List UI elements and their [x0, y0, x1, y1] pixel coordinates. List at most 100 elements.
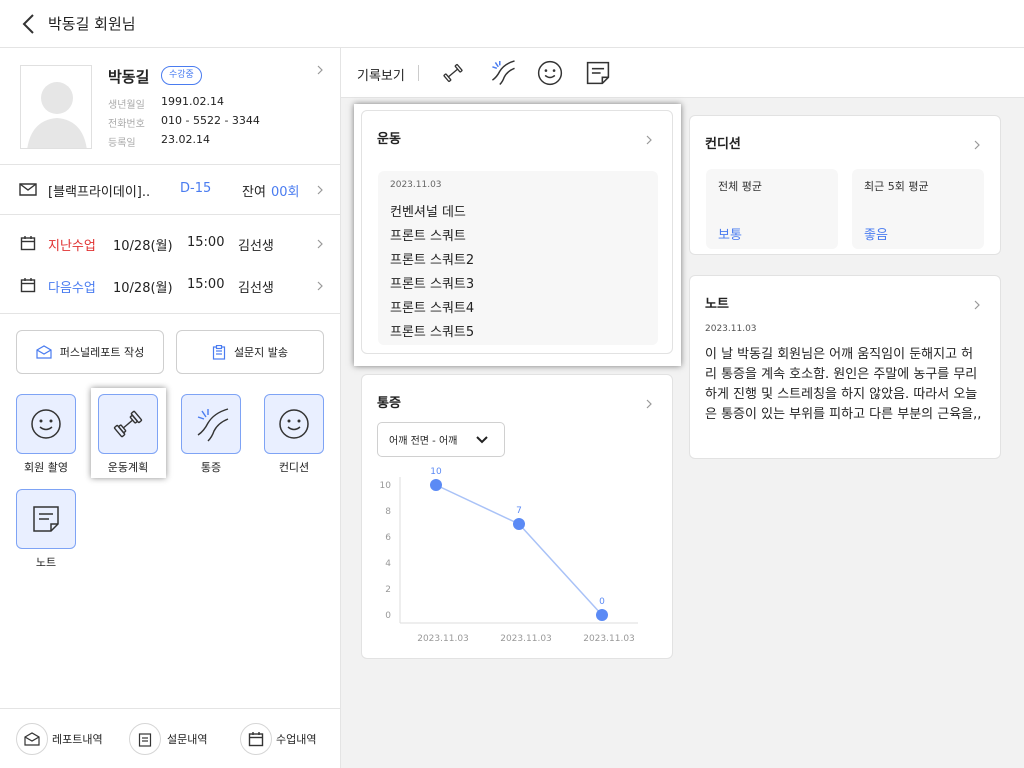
- remaining-count: 00회: [271, 185, 300, 200]
- next-lesson-time: 15:00: [187, 277, 225, 292]
- pain-line-chart: 0 2 4 6 8 10 10 2023.11.03 7 2023.11.03 0 2023.11.0…: [380, 467, 638, 644]
- next-lesson-row[interactable]: 다음수업 10/28(월) 15:00 김선생: [0, 265, 340, 305]
- past-lesson-label: 지난수업: [48, 239, 96, 254]
- next-lesson-teacher: 김선생: [238, 281, 274, 296]
- calendar-icon: [248, 732, 264, 747]
- person-silhouette-icon: [21, 66, 91, 148]
- list-item: 컨벤셔널 데드: [390, 205, 466, 220]
- overall-average-box: 전체 평균 보통: [706, 169, 838, 249]
- write-report-button[interactable]: 퍼스널레포트 작성: [16, 330, 164, 374]
- send-survey-label: 설문지 발송: [233, 346, 289, 359]
- list-item: 프론트 스쿼트2: [390, 253, 475, 268]
- past-lesson-date: 10/28(월): [113, 239, 173, 254]
- past-lesson-time: 15:00: [187, 235, 225, 250]
- profile-chevron-right-icon[interactable]: [315, 65, 325, 75]
- list-item: 프론트 스쿼트3: [390, 277, 475, 292]
- records-tabbar: 기록보기: [341, 48, 1024, 98]
- recent-average-label: 최근 5회 평균: [864, 180, 929, 193]
- dumbbell-icon[interactable]: [441, 61, 465, 85]
- note-icon[interactable]: [585, 60, 611, 86]
- condition-card-title: 컨디션: [705, 137, 741, 152]
- report-history-label[interactable]: 레포트내역: [52, 731, 103, 747]
- membership-name: [블랙프라이데이]..: [48, 185, 151, 200]
- pain-series-line: [435, 484, 603, 616]
- next-lesson-date: 10/28(월): [113, 281, 173, 296]
- records-panel: 기록보기 운동 2023.11.03 컨벤셔널 데드 프론트 스쿼트 프론트 스…: [341, 48, 1024, 768]
- reg-date-value: 23.02.14: [161, 133, 210, 146]
- lesson-history-button[interactable]: [240, 723, 272, 755]
- pain-card[interactable]: 통증 어깨 전면 - 어깨 0 2 4 6 8 10 10 2023.11.03 7 2023.1…: [361, 374, 673, 659]
- exercise-date: 2023.11.03: [390, 180, 442, 190]
- birth-value: 1991.02.14: [161, 95, 224, 108]
- smile-icon[interactable]: [537, 60, 563, 86]
- pain-icon[interactable]: [488, 58, 516, 86]
- note-card[interactable]: 노트 2023.11.03 이 날 박동길 회원님은 어깨 움직임이 둔해지고 …: [689, 275, 1001, 459]
- member-avatar: [20, 65, 92, 149]
- tile-pain-label: 통증: [200, 461, 222, 474]
- exercise-card[interactable]: 운동 2023.11.03 컨벤셔널 데드 프론트 스쿼트 프론트 스쿼트2 프…: [361, 110, 673, 354]
- data-label: 0: [599, 597, 605, 607]
- tile-exercise-plan-label: 운동계획: [107, 461, 149, 474]
- bottom-nav: 레포트내역 설문내역 수업내역: [0, 708, 340, 768]
- data-label: 10: [430, 467, 442, 477]
- report-history-button[interactable]: [16, 723, 48, 755]
- y-tick-label: 10: [380, 481, 392, 491]
- note-icon: [33, 506, 59, 532]
- membership-row[interactable]: [블랙프라이데이].. D-15 잔여 00회: [0, 165, 340, 215]
- survey-history-button[interactable]: [129, 723, 161, 755]
- tile-condition[interactable]: [264, 394, 324, 454]
- smile-icon: [31, 409, 61, 439]
- back-arrow-icon[interactable]: [18, 12, 42, 36]
- chevron-right-icon: [974, 300, 980, 310]
- write-report-label: 퍼스널레포트 작성: [59, 346, 145, 359]
- tile-member-photo[interactable]: [16, 394, 76, 454]
- smile-icon: [279, 409, 309, 439]
- data-label: 7: [516, 506, 522, 516]
- phone-value: 010 - 5522 - 3344: [161, 114, 260, 127]
- divider: [0, 313, 340, 314]
- overall-average-label: 전체 평균: [718, 180, 762, 193]
- divider: [0, 214, 340, 215]
- overall-average-value: 보통: [718, 228, 742, 243]
- data-point: [513, 518, 525, 530]
- data-point: [596, 609, 608, 621]
- list-item: 프론트 스쿼트: [390, 229, 466, 244]
- mail-open-icon: [36, 345, 52, 359]
- x-tick-label: 2023.11.03: [417, 634, 469, 644]
- exercise-card-title: 운동: [377, 132, 401, 147]
- pain-area-dropdown[interactable]: 어깨 전면 - 어깨: [377, 422, 505, 457]
- ticket-icon: [19, 183, 37, 196]
- past-lesson-teacher: 김선생: [238, 239, 274, 254]
- phone-label: 전화번호: [108, 119, 145, 130]
- data-point: [430, 479, 442, 491]
- y-tick-label: 6: [385, 533, 391, 543]
- chevron-right-icon: [317, 239, 323, 249]
- pain-icon: [197, 408, 229, 442]
- note-card-title: 노트: [705, 297, 729, 312]
- tile-note[interactable]: [16, 489, 76, 549]
- y-tick-label: 0: [385, 611, 391, 621]
- y-tick-label: 8: [385, 507, 391, 517]
- chevron-right-icon: [317, 185, 323, 195]
- tile-condition-label: 컨디션: [278, 461, 310, 474]
- past-lesson-row[interactable]: 지난수업 10/28(월) 15:00 김선생: [0, 223, 340, 263]
- chevron-right-icon: [974, 140, 980, 150]
- clipboard-icon: [138, 732, 152, 747]
- clipboard-icon: [212, 344, 226, 360]
- condition-card[interactable]: 컨디션 전체 평균 보통 최근 5회 평균 좋음: [689, 115, 1001, 255]
- mail-open-icon: [24, 732, 40, 746]
- lesson-history-label[interactable]: 수업내역: [276, 731, 316, 747]
- birth-label: 생년월일: [108, 100, 145, 111]
- list-item: 프론트 스쿼트4: [390, 301, 475, 316]
- tile-member-photo-label: 회원 촬영: [24, 461, 68, 474]
- member-name: 박동길: [108, 68, 150, 86]
- status-badge: 수강중: [161, 66, 202, 85]
- send-survey-button[interactable]: 설문지 발송: [176, 330, 324, 374]
- page-title: 박동길 회원님: [48, 15, 136, 33]
- survey-history-label[interactable]: 설문내역: [167, 731, 207, 747]
- tile-pain[interactable]: [181, 394, 241, 454]
- note-text: 이 날 박동길 회원님은 어깨 움직임이 둔해지고 허리 통증을 계속 호소함.…: [705, 347, 982, 422]
- chevron-down-icon: [476, 436, 488, 444]
- tile-exercise-plan[interactable]: [98, 394, 158, 454]
- dumbbell-icon: [113, 410, 143, 438]
